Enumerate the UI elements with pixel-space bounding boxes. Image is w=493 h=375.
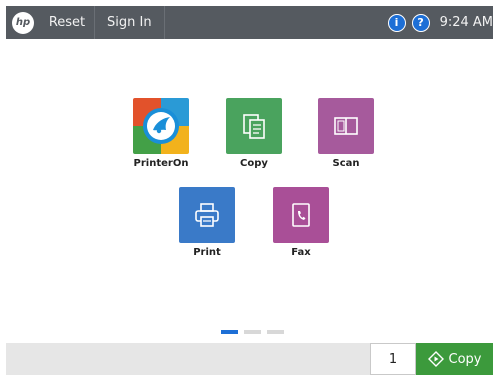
reset-button[interactable]: Reset [40,6,94,39]
app-tile-print[interactable]: Print [172,187,242,258]
top-bar: hp Reset Sign In i ? 9:24 AM [6,6,493,39]
page-dot-1[interactable] [221,330,238,334]
app-label: PrinterOn [133,158,189,169]
app-tile-printeron[interactable]: PrinterOn [126,98,196,169]
start-diamond-icon [427,351,444,367]
copy-tile-box [226,98,282,154]
print-tile-box [179,187,235,243]
app-tile-copy[interactable]: Copy [219,98,289,169]
app-label: Scan [332,158,360,169]
fax-tile-box [273,187,329,243]
copy-start-button[interactable]: Copy [416,343,493,375]
fax-icon [292,203,310,227]
help-icon[interactable]: ? [411,13,430,32]
scan-icon [334,117,358,135]
app-tile-fax[interactable]: Fax [266,187,336,258]
clock-time: 9:24 AM [439,15,493,30]
info-icon[interactable]: i [387,13,406,32]
printeron-tile-box [133,98,189,154]
app-label: Print [193,247,221,258]
hp-logo-container[interactable]: hp [6,6,40,39]
status-area: i ? 9:24 AM [387,6,493,39]
page-indicator [221,330,284,334]
printeron-bird-icon [143,108,179,144]
copy-button-label: Copy [448,351,482,367]
app-label: Copy [240,158,268,169]
page-dot-2[interactable] [244,330,261,334]
print-icon [195,203,219,227]
copies-count-field[interactable]: 1 [370,343,416,375]
hp-logo-icon: hp [12,11,34,34]
page-dot-3[interactable] [267,330,284,334]
copy-icon [243,114,265,139]
app-tile-scan[interactable]: Scan [311,98,381,169]
app-label: Fax [291,247,311,258]
sign-in-button[interactable]: Sign In [94,6,165,39]
scan-tile-box [318,98,374,154]
